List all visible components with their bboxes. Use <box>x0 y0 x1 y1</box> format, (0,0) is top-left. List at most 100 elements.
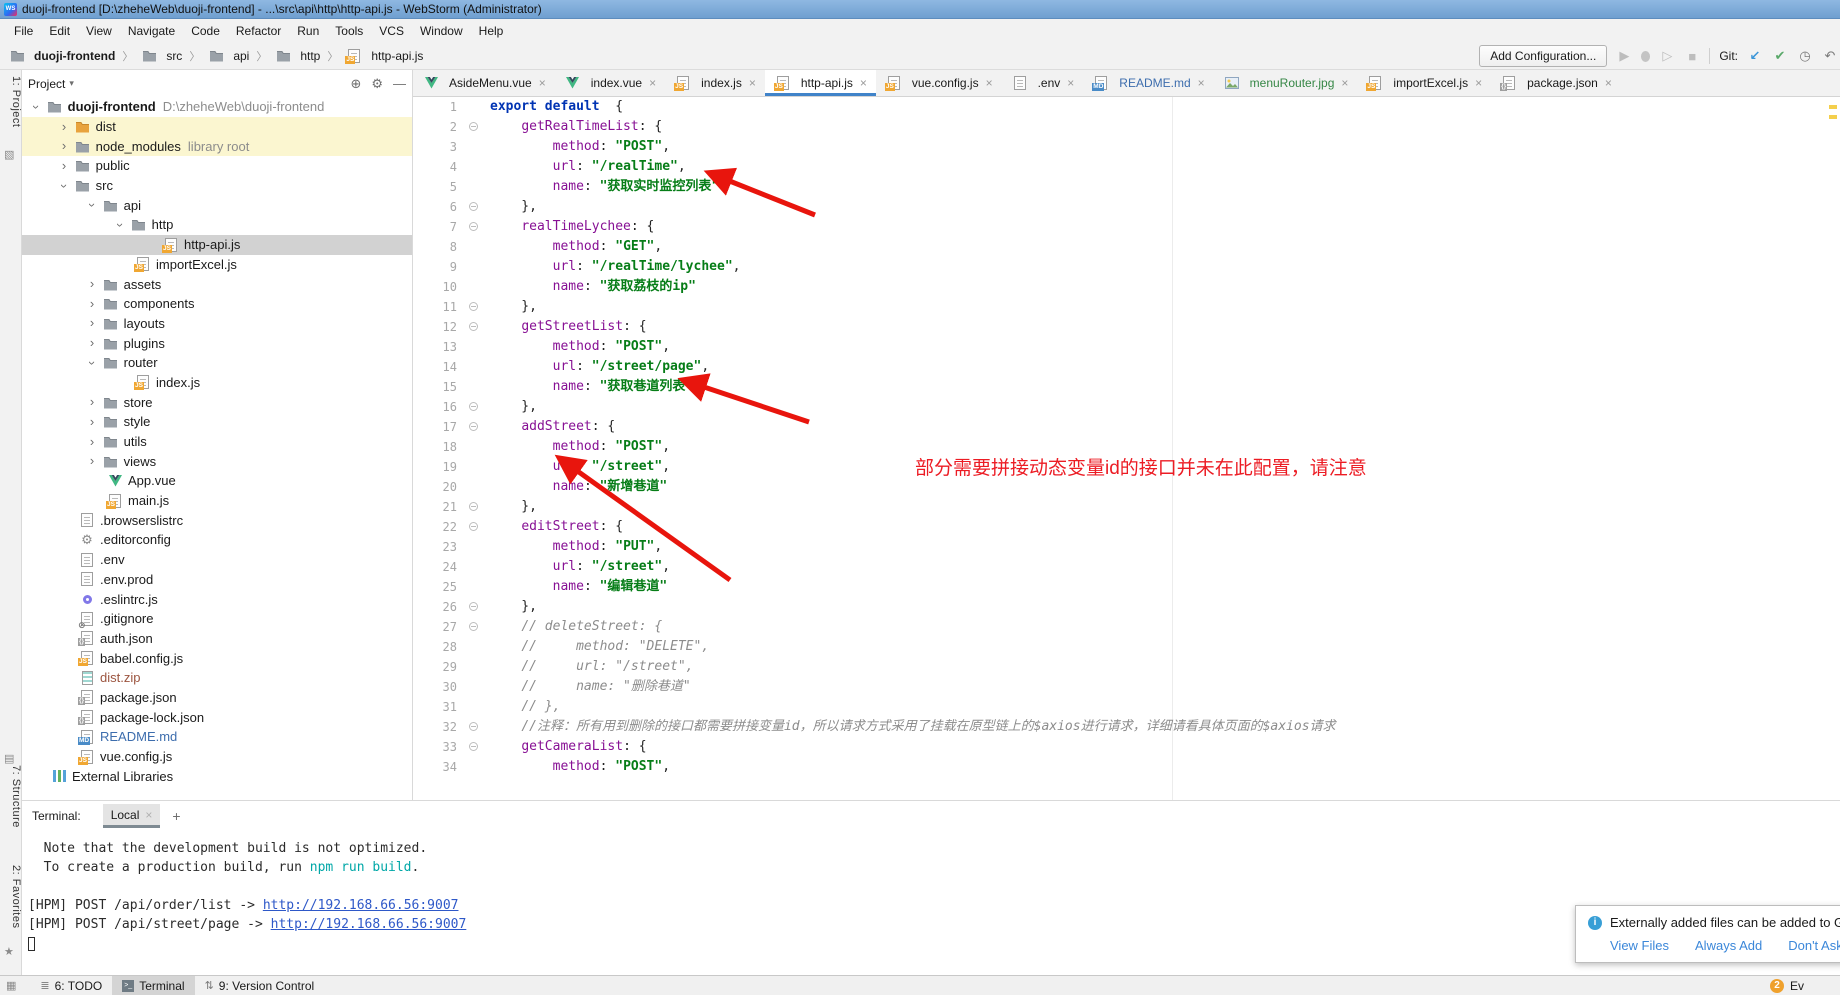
chevron-down-icon[interactable]: ▾ <box>69 78 74 89</box>
chevron-expanded-icon[interactable]: › <box>114 219 126 231</box>
fold-marker-icon[interactable] <box>469 122 478 131</box>
tree-row[interactable]: .env <box>22 550 412 570</box>
terminal-prompt-line[interactable] <box>28 934 1840 953</box>
tree-row[interactable]: JSmain.js <box>22 491 412 511</box>
tree-row[interactable]: JSimportExcel.js <box>22 255 412 275</box>
inspection-mark[interactable] <box>1829 105 1837 109</box>
close-icon[interactable]: × <box>1605 76 1612 90</box>
editor-tab-index-js[interactable]: JSindex.js× <box>665 70 765 96</box>
locate-icon[interactable]: ⊕ <box>350 76 361 92</box>
editor-tab-vue-config-js[interactable]: JSvue.config.js× <box>876 70 1002 96</box>
tree-row[interactable]: dist.zip <box>22 668 412 688</box>
chevron-collapsed-icon[interactable]: › <box>86 337 98 349</box>
close-icon[interactable]: × <box>749 76 756 90</box>
menu-item-edit[interactable]: Edit <box>41 22 78 40</box>
menu-item-file[interactable]: File <box>6 22 41 40</box>
fold-marker-icon[interactable] <box>469 302 478 311</box>
menu-item-navigate[interactable]: Navigate <box>120 22 183 40</box>
close-icon[interactable]: × <box>1341 76 1348 90</box>
fold-marker-icon[interactable] <box>469 522 478 531</box>
code-editor[interactable]: 1export default {2 getRealTimeList: {3 m… <box>413 97 1840 800</box>
event-count-badge[interactable]: 2 <box>1770 979 1784 993</box>
tree-row[interactable]: ⊘.gitignore <box>22 609 412 629</box>
tree-row[interactable]: JSbabel.config.js <box>22 648 412 668</box>
editor-tab-package-json[interactable]: {}package.json× <box>1491 70 1621 96</box>
editor-tab-importexcel-js[interactable]: JSimportExcel.js× <box>1357 70 1491 96</box>
notification-action-always-add[interactable]: Always Add <box>1695 938 1762 953</box>
project-toolwindow-icon[interactable]: ▧ <box>4 148 14 161</box>
tree-row[interactable]: › style <box>22 412 412 432</box>
tree-row[interactable]: .eslintrc.js <box>22 589 412 609</box>
tree-row[interactable]: JSvue.config.js <box>22 747 412 767</box>
tree-row[interactable]: {}package.json <box>22 688 412 708</box>
terminal-tab-local[interactable]: Local × <box>103 804 161 828</box>
tree-row[interactable]: › store <box>22 392 412 412</box>
terminal-output[interactable]: Note that the development build is not o… <box>22 831 1840 953</box>
terminal-link[interactable]: http://192.168.66.56:9007 <box>271 917 467 932</box>
tree-row[interactable]: › public <box>22 156 412 176</box>
editor-tab-readme-md[interactable]: MDREADME.md× <box>1083 70 1213 96</box>
fold-marker-icon[interactable] <box>469 202 478 211</box>
settings-gear-icon[interactable]: ⚙ <box>371 76 383 92</box>
menu-item-vcs[interactable]: VCS <box>371 22 412 40</box>
chevron-expanded-icon[interactable]: › <box>58 180 70 192</box>
tool-window-button-favorites[interactable]: 2: Favorites <box>0 865 22 928</box>
breadcrumb-item[interactable]: JShttp-api.js <box>345 49 423 63</box>
tree-row[interactable]: › node_moduleslibrary root <box>22 136 412 156</box>
notification-action-view-files[interactable]: View Files <box>1610 938 1669 953</box>
statusbar-version-control[interactable]: ⇅ 9: Version Control <box>195 976 325 995</box>
tree-row[interactable]: › dist <box>22 117 412 137</box>
breadcrumb-item[interactable]: src <box>140 49 182 63</box>
fold-marker-icon[interactable] <box>469 422 478 431</box>
close-icon[interactable]: × <box>539 76 546 90</box>
editor-tab-menurouter-jpg[interactable]: menuRouter.jpg× <box>1214 70 1358 96</box>
chevron-expanded-icon[interactable]: › <box>30 101 42 113</box>
close-icon[interactable]: × <box>860 76 867 90</box>
notification-action-don-t-ask-agai[interactable]: Don't Ask Agai <box>1788 938 1840 953</box>
tree-row[interactable]: › duoji-frontendD:\zheheWeb\duoji-fronte… <box>22 97 412 117</box>
tree-row[interactable]: .browserslistrc <box>22 510 412 530</box>
tree-row[interactable]: MDREADME.md <box>22 727 412 747</box>
tree-row[interactable]: .env.prod <box>22 570 412 590</box>
favorites-star-icon[interactable]: ★ <box>4 945 14 958</box>
history-icon[interactable]: ◷ <box>1797 48 1813 64</box>
tree-row[interactable]: › plugins <box>22 333 412 353</box>
menu-item-window[interactable]: Window <box>412 22 471 40</box>
tree-row[interactable]: › layouts <box>22 314 412 334</box>
chevron-collapsed-icon[interactable]: › <box>86 396 98 408</box>
close-icon[interactable]: × <box>145 808 152 822</box>
stop-icon[interactable]: ■ <box>1684 49 1700 64</box>
tree-row[interactable]: › views <box>22 451 412 471</box>
breadcrumb-item[interactable]: api <box>207 49 249 63</box>
editor-tab-http-api-js[interactable]: JShttp-api.js× <box>765 70 876 96</box>
inspection-mark[interactable] <box>1829 115 1837 119</box>
fold-marker-icon[interactable] <box>469 622 478 631</box>
fold-marker-icon[interactable] <box>469 602 478 611</box>
run-coverage-icon[interactable]: ▷ <box>1659 48 1675 64</box>
chevron-collapsed-icon[interactable]: › <box>86 298 98 310</box>
menu-item-view[interactable]: View <box>78 22 120 40</box>
new-terminal-button[interactable]: + <box>172 808 180 824</box>
chevron-expanded-icon[interactable]: › <box>86 199 98 211</box>
fold-marker-icon[interactable] <box>469 222 478 231</box>
chevron-collapsed-icon[interactable]: › <box>58 160 70 172</box>
hide-panel-icon[interactable]: — <box>393 76 406 91</box>
tool-window-button-structure[interactable]: 7: Structure <box>0 765 22 828</box>
fold-marker-icon[interactable] <box>469 322 478 331</box>
close-icon[interactable]: × <box>1067 76 1074 90</box>
chevron-collapsed-icon[interactable]: › <box>86 416 98 428</box>
revert-icon[interactable]: ↶ <box>1822 48 1838 64</box>
menu-item-tools[interactable]: Tools <box>327 22 371 40</box>
editor-tab-asidemenu-vue[interactable]: AsideMenu.vue× <box>413 70 555 96</box>
tree-row[interactable]: {}auth.json <box>22 629 412 649</box>
chevron-collapsed-icon[interactable]: › <box>86 278 98 290</box>
tree-row[interactable]: JShttp-api.js <box>22 235 412 255</box>
tree-row[interactable]: › router <box>22 353 412 373</box>
tree-row[interactable]: › api <box>22 195 412 215</box>
debug-icon[interactable] <box>1641 51 1650 62</box>
tree-row[interactable]: › http <box>22 215 412 235</box>
close-icon[interactable]: × <box>1198 76 1205 90</box>
commit-icon[interactable]: ✔ <box>1772 48 1788 64</box>
breadcrumb-item[interactable]: http <box>274 49 320 63</box>
chevron-collapsed-icon[interactable]: › <box>58 140 70 152</box>
